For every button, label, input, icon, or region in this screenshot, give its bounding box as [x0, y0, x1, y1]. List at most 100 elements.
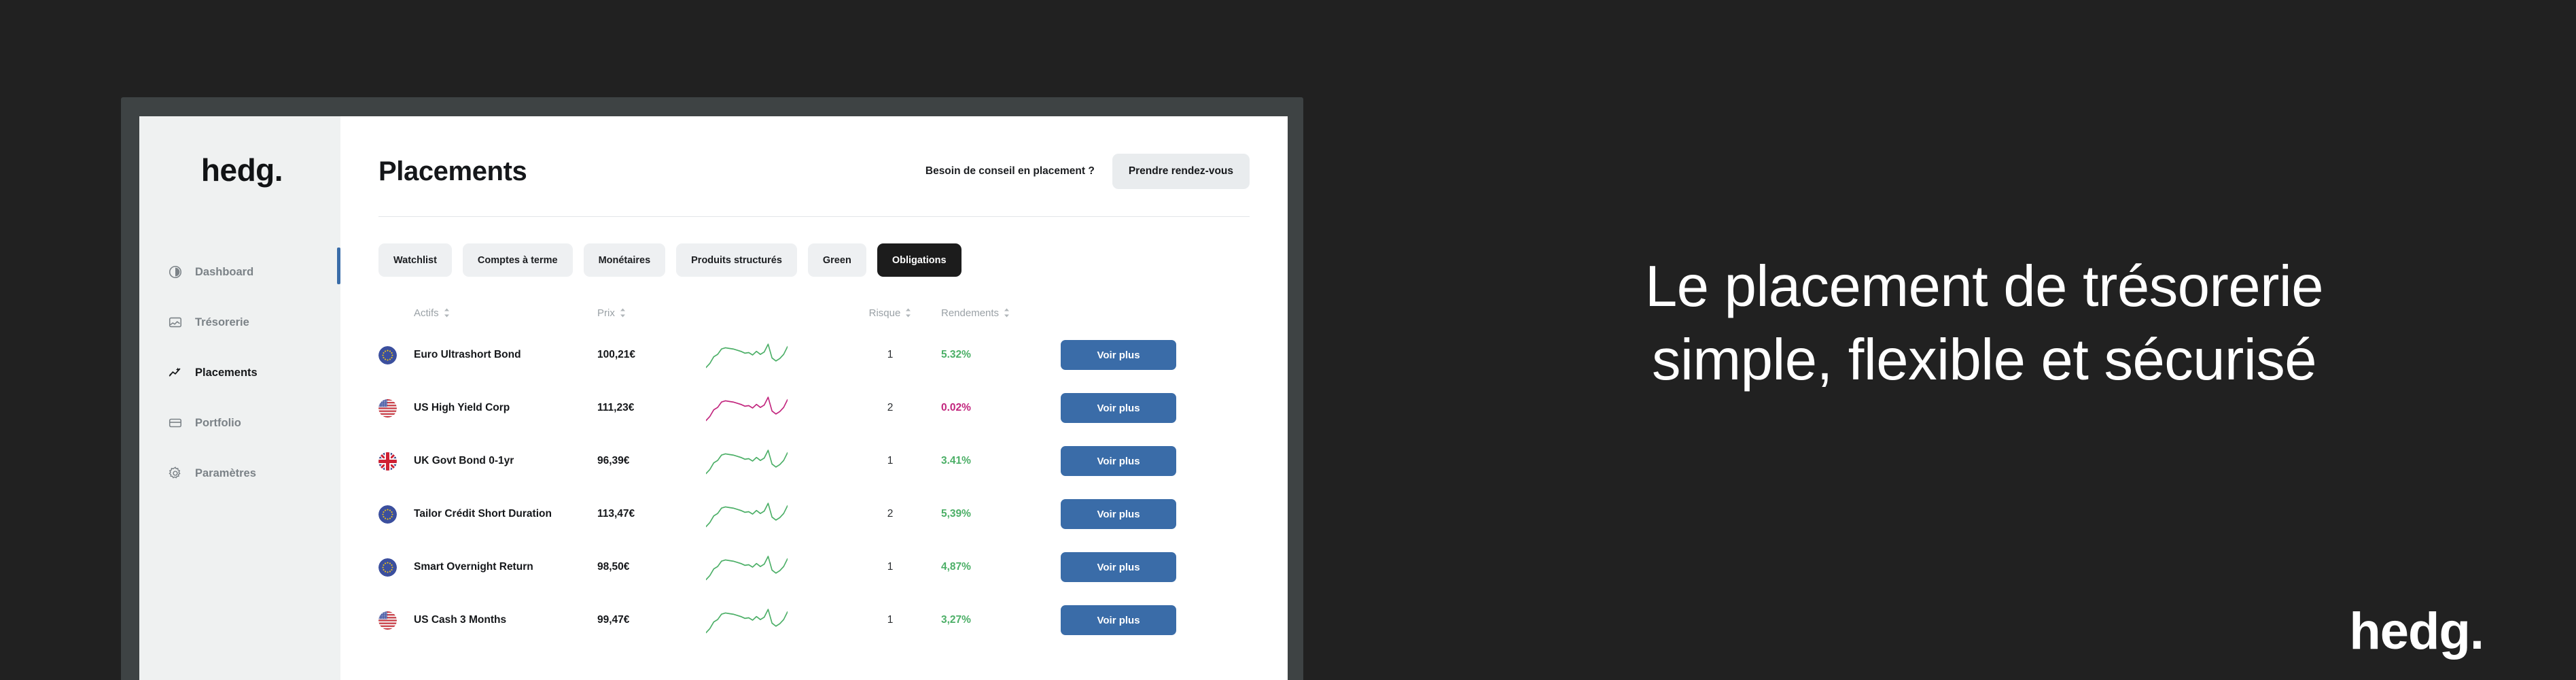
column-header-rendements-label: Rendements	[941, 307, 1000, 319]
cell-yield: 0.02%	[941, 402, 1061, 414]
yield-value: 3,27%	[941, 614, 971, 626]
sidebar-nav: Dashboard Trésorerie Placements Portfolio Pa…	[139, 254, 340, 505]
sidebar-item-portfolio[interactable]: Portfolio	[139, 405, 340, 441]
filter-chip-obligations[interactable]: Obligations	[877, 243, 961, 277]
sidebar-item-trsorerie[interactable]: Trésorerie	[139, 304, 340, 341]
filter-chip-comptes-terme[interactable]: Comptes à terme	[462, 243, 573, 277]
asset-price-label: 100,21€	[597, 349, 636, 360]
cell-sparkline	[706, 552, 839, 582]
take-appointment-button[interactable]: Prendre rendez-vous	[1112, 154, 1250, 189]
risk-value: 1	[887, 561, 894, 573]
cell-asset-name: Euro Ultrashort Bond	[414, 349, 597, 361]
asset-price-label: 96,39€	[597, 455, 630, 466]
cell-asset-name: US Cash 3 Months	[414, 614, 597, 626]
column-header-prix-label: Prix	[597, 307, 615, 319]
asset-name-label: Smart Overnight Return	[414, 561, 533, 573]
filter-chip-watchlist[interactable]: Watchlist	[378, 243, 452, 277]
table-header-row: Actifs Prix Risque Rendements	[378, 301, 1250, 328]
cell-flag	[378, 345, 414, 364]
cell-actions: Voir plus	[1061, 340, 1250, 370]
filter-chip-group: Watchlist Comptes à terme Monétaires Produi…	[378, 243, 1250, 277]
cell-risk: 1	[839, 455, 941, 467]
column-header-actifs[interactable]: Actifs	[414, 307, 597, 319]
cell-flag	[378, 452, 414, 471]
voir-plus-button[interactable]: Voir plus	[1061, 499, 1176, 529]
promo-panel: Le placement de trésorerie simple, flexi…	[1427, 0, 2576, 680]
header-actions: Besoin de conseil en placement ? Prendre…	[925, 154, 1250, 189]
yield-value: 0.02%	[941, 402, 971, 413]
page-header: Placements Besoin de conseil en placemen…	[378, 150, 1250, 192]
asset-name-label: Tailor Crédit Short Duration	[414, 508, 552, 520]
cell-asset-name: US High Yield Corp	[414, 402, 597, 414]
column-header-risque[interactable]: Risque	[839, 307, 941, 319]
cell-actions: Voir plus	[1061, 499, 1250, 529]
column-header-rendements[interactable]: Rendements	[941, 307, 1061, 319]
asset-name-label: Euro Ultrashort Bond	[414, 349, 521, 360]
column-header-prix[interactable]: Prix	[597, 307, 706, 319]
filter-chip-produits-structur-s[interactable]: Produits structurés	[676, 243, 797, 277]
cell-risk: 1	[839, 349, 941, 361]
sidebar-item-paramtres[interactable]: Paramètres	[139, 455, 340, 492]
asset-price-label: 111,23€	[597, 402, 635, 413]
column-header-risque-label: Risque	[868, 307, 901, 319]
settings-icon	[168, 466, 183, 481]
sort-arrows-icon	[1004, 308, 1010, 318]
app-window: hedg. Dashboard Trésorerie Placements Portf…	[139, 116, 1288, 680]
cell-risk: 1	[839, 614, 941, 626]
cell-risk: 2	[839, 402, 941, 414]
cell-price: 113,47€	[597, 508, 706, 520]
voir-plus-button[interactable]: Voir plus	[1061, 552, 1176, 582]
voir-plus-button[interactable]: Voir plus	[1061, 340, 1176, 370]
price-sparkline-chart	[706, 609, 788, 634]
yield-value: 5,39%	[941, 508, 971, 520]
table-row: Smart Overnight Return 98,50€ 1 4,87% Voir p…	[378, 541, 1250, 594]
price-sparkline-chart	[706, 343, 788, 369]
cell-actions: Voir plus	[1061, 446, 1250, 476]
asset-name-label: US Cash 3 Months	[414, 614, 507, 626]
sidebar-item-label: Paramètres	[195, 466, 256, 479]
sidebar-item-label: Trésorerie	[195, 316, 249, 328]
filter-chip-green[interactable]: Green	[807, 243, 866, 277]
cell-actions: Voir plus	[1061, 605, 1250, 635]
us-flag-icon	[378, 398, 397, 418]
cell-sparkline	[706, 499, 839, 529]
table-row: US High Yield Corp 111,23€ 2 0.02% Voir plus	[378, 381, 1250, 435]
cell-price: 100,21€	[597, 349, 706, 361]
cell-actions: Voir plus	[1061, 393, 1250, 423]
yield-value: 4,87%	[941, 561, 971, 573]
voir-plus-button[interactable]: Voir plus	[1061, 446, 1176, 476]
cell-yield: 5.32%	[941, 349, 1061, 361]
filter-chip-mon-taires[interactable]: Monétaires	[583, 243, 666, 277]
sidebar-item-label: Portfolio	[195, 416, 241, 429]
sidebar-brand-logo: hedg.	[200, 152, 283, 188]
cell-flag	[378, 611, 414, 630]
sidebar-item-label: Placements	[195, 366, 258, 379]
cell-sparkline	[706, 340, 839, 370]
sort-arrows-icon	[444, 308, 450, 318]
asset-price-label: 99,47€	[597, 614, 630, 626]
cell-asset-name: UK Govt Bond 0-1yr	[414, 455, 597, 467]
cell-price: 111,23€	[597, 402, 706, 414]
cell-flag	[378, 505, 414, 524]
yield-value: 3.41%	[941, 455, 971, 466]
cell-price: 99,47€	[597, 614, 706, 626]
risk-value: 1	[887, 349, 894, 360]
price-sparkline-chart	[706, 449, 788, 475]
cell-sparkline	[706, 393, 839, 423]
cell-actions: Voir plus	[1061, 552, 1250, 582]
sidebar-item-dashboard[interactable]: Dashboard	[139, 254, 340, 290]
asset-name-label: US High Yield Corp	[414, 402, 510, 413]
promo-brand-logo: hedg.	[2349, 602, 2484, 660]
cell-yield: 3.41%	[941, 455, 1061, 467]
eu-flag-icon	[378, 345, 397, 364]
asset-price-label: 113,47€	[597, 508, 635, 520]
voir-plus-button[interactable]: Voir plus	[1061, 605, 1176, 635]
voir-plus-button[interactable]: Voir plus	[1061, 393, 1176, 423]
header-divider	[378, 216, 1250, 217]
sidebar-item-placements[interactable]: Placements	[139, 354, 340, 391]
cell-yield: 3,27%	[941, 614, 1061, 626]
asset-price-label: 98,50€	[597, 561, 630, 573]
cell-risk: 1	[839, 561, 941, 573]
cell-price: 98,50€	[597, 561, 706, 573]
yield-value: 5.32%	[941, 349, 971, 360]
